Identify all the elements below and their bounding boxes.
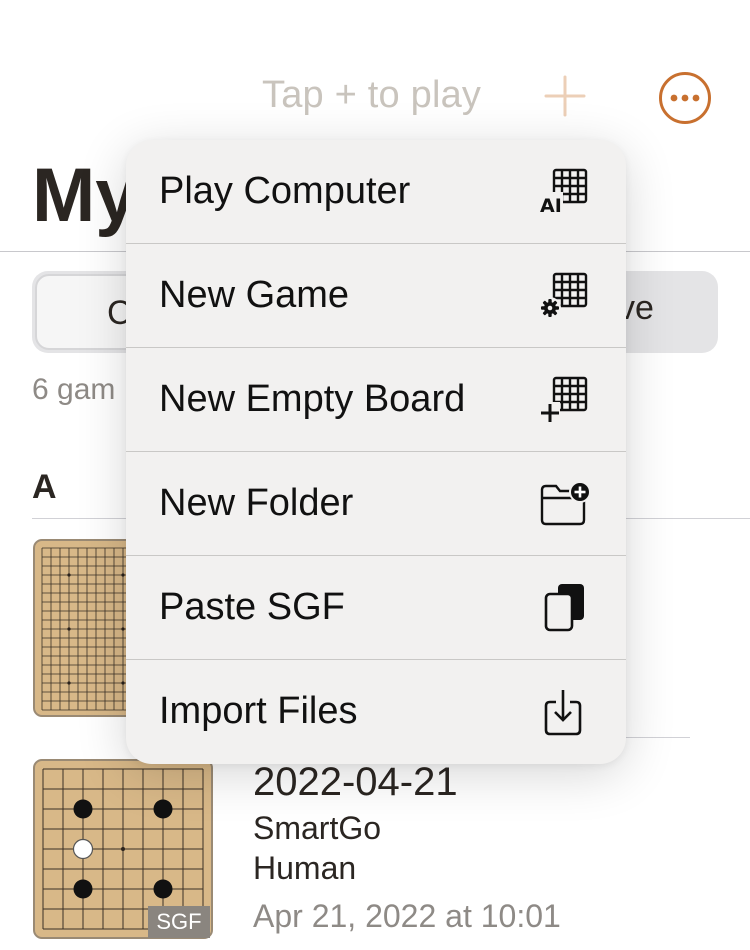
game-white-player: Human — [253, 850, 357, 886]
plus-icon — [544, 75, 586, 117]
white-stone — [72, 838, 94, 860]
black-stone — [73, 799, 93, 819]
board-plus-icon — [540, 376, 588, 424]
folder-plus-icon — [540, 481, 591, 526]
context-menu: Play Computer AI New Game New Empty Boar… — [126, 140, 626, 764]
section-header: A — [32, 468, 57, 506]
ellipsis-circle-icon — [659, 72, 711, 124]
menu-item-new-empty-board[interactable]: New Empty Board — [126, 348, 626, 452]
more-options-button[interactable] — [658, 71, 712, 125]
menu-item-label: New Game — [159, 274, 350, 316]
svg-text:AI: AI — [540, 195, 562, 217]
paste-icon — [544, 584, 584, 632]
menu-item-new-game[interactable]: New Game — [126, 244, 626, 348]
menu-item-label: New Folder — [159, 482, 354, 524]
add-game-button[interactable] — [543, 74, 587, 118]
menu-item-label: New Empty Board — [159, 378, 466, 420]
menu-item-label: Import Files — [159, 690, 358, 732]
black-stone — [153, 799, 173, 819]
games-count: 6 gam — [32, 373, 116, 406]
game-date: Apr 21, 2022 at 10:01 — [253, 898, 561, 934]
game-title[interactable]: 2022-04-21 — [253, 760, 458, 805]
menu-item-play-computer[interactable]: Play Computer AI — [126, 140, 626, 244]
menu-item-paste-sgf[interactable]: Paste SGF — [126, 556, 626, 660]
menu-item-label: Play Computer — [159, 170, 411, 212]
page-title: My — [32, 153, 138, 238]
menu-item-new-folder[interactable]: New Folder — [126, 452, 626, 556]
board-ai-icon: AI — [539, 168, 588, 217]
board-gear-icon — [539, 272, 588, 319]
import-icon — [544, 690, 582, 736]
sgf-badge: SGF — [148, 906, 210, 938]
black-stone — [153, 879, 173, 899]
tap-to-play-hint: Tap + to play — [262, 74, 482, 116]
menu-item-label: Paste SGF — [159, 586, 345, 628]
menu-item-import-files[interactable]: Import Files — [126, 660, 626, 764]
black-stone — [73, 879, 93, 899]
game-black-player: SmartGo — [253, 810, 382, 846]
